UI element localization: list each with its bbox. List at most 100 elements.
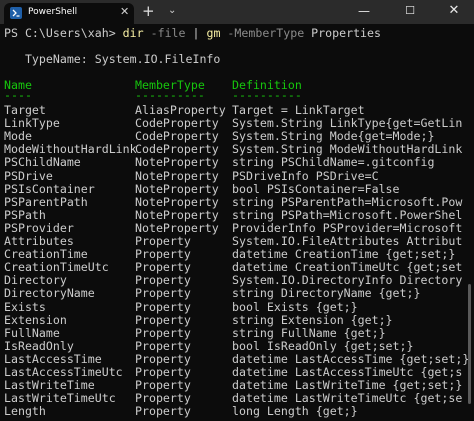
member-name: LinkType xyxy=(4,116,60,131)
terminal-window: PowerShell ✕ + ⌄ — ☐ ✕ PS C:\Users\xah> … xyxy=(0,0,474,421)
member-definition: bool Exists {get;} xyxy=(232,299,358,314)
table-row: Target AliasProperty Target = LinkTarget xyxy=(4,104,470,117)
member-type: Property xyxy=(135,404,191,419)
member-type: Property xyxy=(135,351,191,366)
member-definition: string DirectoryName {get;} xyxy=(232,286,421,301)
scrollbar[interactable] xyxy=(468,24,472,421)
member-name: CreationTime xyxy=(4,247,88,262)
table-row: IsReadOnly Property bool IsReadOnly {get;s… xyxy=(4,338,470,353)
close-button[interactable]: ✕ xyxy=(434,0,474,24)
member-definition: Target = LinkTarget xyxy=(232,103,365,117)
member-name: FullName xyxy=(4,325,60,340)
underline-name: ---- xyxy=(4,88,32,102)
member-name: Length xyxy=(4,404,46,419)
table-row: PSChildName NoteProperty string PSChildNam… xyxy=(4,156,470,169)
member-name: Target xyxy=(4,103,46,117)
member-type: Property xyxy=(135,286,191,301)
member-name: Mode xyxy=(4,129,32,144)
member-name: IsReadOnly xyxy=(4,338,74,353)
tab-powershell[interactable]: PowerShell ✕ xyxy=(4,3,134,24)
member-definition: ProviderInfo PSProvider=Microsoft xyxy=(232,220,463,235)
member-type: Property xyxy=(135,338,191,353)
member-definition: datetime LastAccessTimeUtc {get;s xyxy=(232,365,463,379)
table-row: CreationTimeUtc Property datetime Creation… xyxy=(4,261,470,274)
member-definition: datetime CreationTime {get;set;} xyxy=(232,247,456,262)
member-definition: bool IsReadOnly {get;set;} xyxy=(232,338,414,353)
member-type: Property xyxy=(135,260,191,275)
member-name: PSProvider xyxy=(4,220,74,235)
member-name: CreationTimeUtc xyxy=(4,260,109,275)
member-type: Property xyxy=(135,325,191,340)
member-type: Property xyxy=(135,273,191,288)
table-row: LastAccessTime Property datetime LastAcces… xyxy=(4,351,470,366)
member-name: PSParentPath xyxy=(4,194,88,209)
chevron-down-icon[interactable]: ⌄ xyxy=(168,4,176,18)
table-row: ModeWithoutHardLink CodeProperty System.St… xyxy=(4,143,470,156)
table-row: PSParentPath NoteProperty string PSParentP… xyxy=(4,194,470,209)
member-definition: System.String ModeWithoutHardLink xyxy=(232,142,463,157)
member-name: Extension xyxy=(4,312,67,327)
member-type: NoteProperty xyxy=(135,168,219,183)
member-type: Property xyxy=(135,378,191,393)
new-tab-button[interactable]: + xyxy=(142,2,155,20)
member-definition: string PSChildName=.gitconfig xyxy=(232,155,435,170)
table-row: Length Property long Length {get;} xyxy=(4,405,470,418)
member-type: NoteProperty xyxy=(135,207,219,222)
maximize-button[interactable]: ☐ xyxy=(390,0,430,24)
member-name: PSChildName xyxy=(4,155,81,170)
terminal-output[interactable]: PS C:\Users\xah> dir -file | gm -MemberT… xyxy=(4,24,470,421)
minimize-button[interactable]: — xyxy=(344,0,384,24)
member-name: LastAccessTimeUtc xyxy=(4,365,123,379)
member-definition: long Length {get;} xyxy=(232,404,358,419)
member-name: DirectoryName xyxy=(4,286,95,301)
member-definition: datetime LastWriteTime {get;set;} xyxy=(232,378,463,393)
member-name: LastWriteTime xyxy=(4,378,95,393)
member-name: Exists xyxy=(4,299,46,314)
member-name: Attributes xyxy=(4,234,74,248)
table-row: Mode CodeProperty System.String Mode{get=M… xyxy=(4,130,470,143)
type-name: TypeName: System.IO.FileInfo xyxy=(4,52,221,66)
underline-membertype: ---------- xyxy=(135,88,205,102)
member-definition: datetime LastAccessTime {get;set;} xyxy=(232,351,470,366)
member-type: NoteProperty xyxy=(135,220,219,235)
scroll-thumb[interactable] xyxy=(468,284,471,404)
header-underline: ---- ---------- ---------- xyxy=(4,88,470,103)
table-row: PSIsContainer NoteProperty bool PSIsContai… xyxy=(4,181,470,196)
command-line: PS C:\Users\xah> dir -file | gm -MemberT… xyxy=(4,26,381,41)
table-row: Exists Property bool Exists {get;} xyxy=(4,299,470,314)
table-row: Extension Property string Extension {get;} xyxy=(4,312,470,327)
table-row: PSDrive NoteProperty PSDriveInfo PSDrive=C xyxy=(4,168,470,183)
member-name: PSIsContainer xyxy=(4,181,95,196)
pipe: | xyxy=(185,26,207,40)
table-row: PSProvider NoteProperty ProviderInfo PSPro… xyxy=(4,220,470,235)
table-row: Attributes Property System.IO.FileAttribut… xyxy=(4,235,470,248)
tab-close-icon[interactable]: ✕ xyxy=(120,6,129,18)
member-type: Property xyxy=(135,365,191,379)
member-type: CodeProperty xyxy=(135,142,219,157)
member-name: ModeWithoutHardLink xyxy=(4,142,137,157)
prompt: PS C:\Users\xah> xyxy=(4,26,123,40)
member-definition: string Extension {get;} xyxy=(232,312,393,327)
member-type: NoteProperty xyxy=(135,155,219,170)
table-row: PSPath NoteProperty string PSPath=Microsof… xyxy=(4,207,470,222)
table-row: LastWriteTime Property datetime LastWriteT… xyxy=(4,379,470,392)
member-definition: string PSPath=Microsoft.PowerShel xyxy=(232,207,463,222)
member-type: Property xyxy=(135,391,191,406)
powershell-icon xyxy=(10,7,22,19)
member-definition: System.IO.FileAttributes Attribut xyxy=(232,234,463,248)
command-dir: dir xyxy=(122,26,144,40)
arg-properties: Properties xyxy=(304,26,381,40)
member-definition: System.String LinkType{get=GetLin xyxy=(232,116,463,131)
member-name: Directory xyxy=(4,273,67,288)
member-type: Property xyxy=(135,299,191,314)
member-definition: string PSParentPath=Microsoft.Pow xyxy=(232,194,463,209)
member-type: AliasProperty xyxy=(135,103,226,117)
member-type: Property xyxy=(135,312,191,327)
member-definition: datetime LastWriteTimeUtc {get;se xyxy=(232,391,463,406)
table-row: FullName Property string FullName {get;} xyxy=(4,325,470,340)
member-name: PSDrive xyxy=(4,168,53,183)
member-type: Property xyxy=(135,234,191,248)
member-definition: System.IO.DirectoryInfo Directory xyxy=(232,273,463,288)
title-bar: PowerShell ✕ + ⌄ — ☐ ✕ xyxy=(0,0,474,24)
member-type: NoteProperty xyxy=(135,194,219,209)
